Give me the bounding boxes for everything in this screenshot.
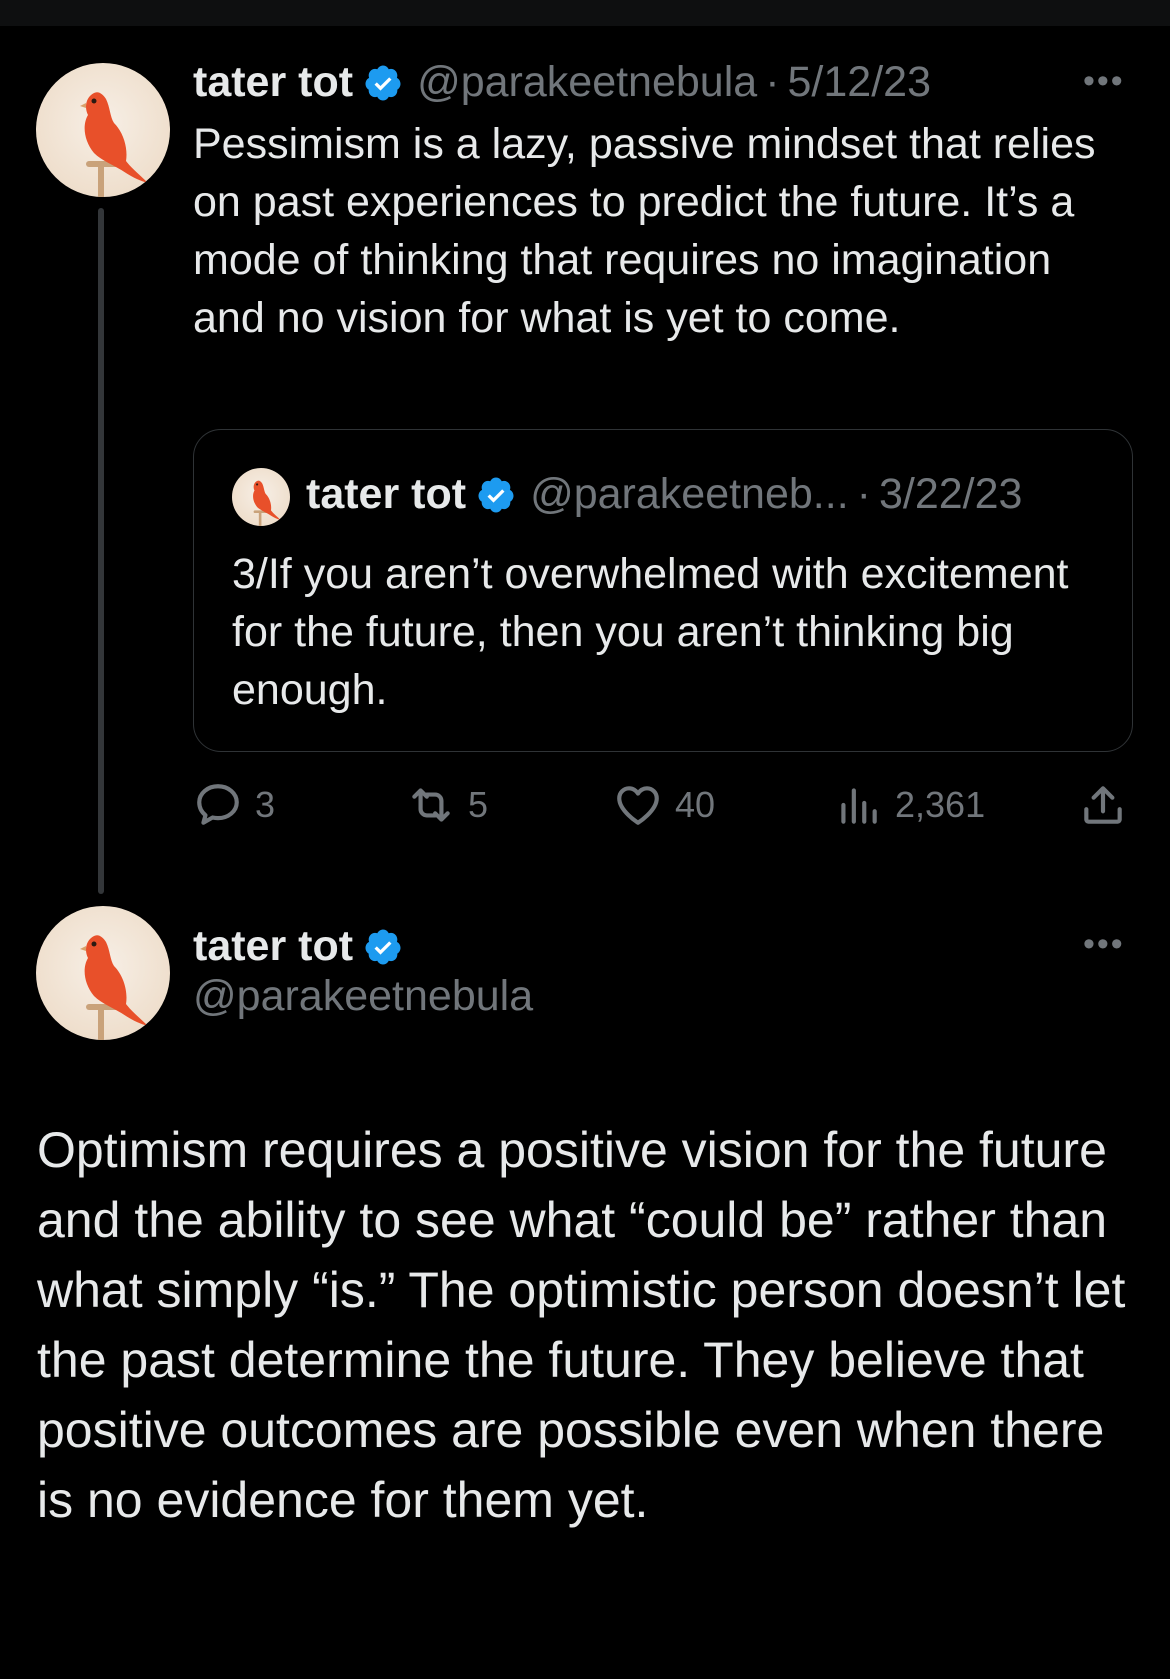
author-name[interactable]: tater tot xyxy=(193,922,353,971)
like-count: 40 xyxy=(675,784,716,825)
separator: · xyxy=(856,470,871,518)
views-button[interactable]: 2,361 xyxy=(833,770,985,840)
heart-icon xyxy=(617,786,659,825)
reply-icon xyxy=(197,784,239,825)
avatar[interactable] xyxy=(36,63,170,197)
like-button[interactable]: 40 xyxy=(613,770,715,840)
author-name[interactable]: tater tot xyxy=(193,58,353,107)
tweet-date[interactable]: 5/12/23 xyxy=(788,58,931,107)
tweet-text: Pessimism is a lazy, passive mindset tha… xyxy=(193,120,1096,342)
share-icon xyxy=(1084,786,1122,824)
tweet-header: tater tot xyxy=(193,922,403,971)
views-icon xyxy=(841,788,877,824)
author-handle[interactable]: @parakeetnebula xyxy=(193,972,533,1021)
canary-avatar-icon xyxy=(80,92,148,197)
retweet-icon xyxy=(412,788,450,822)
separator: · xyxy=(765,58,780,106)
retweet-count: 5 xyxy=(468,784,489,825)
more-options-icon[interactable]: ••• xyxy=(1083,925,1125,964)
canary-avatar-icon xyxy=(253,480,281,526)
share-button[interactable] xyxy=(1078,770,1140,840)
author-handle[interactable]: @parakeetnebula xyxy=(417,58,757,107)
quote-text: 3/If you aren’t overwhelmed with excitem… xyxy=(232,550,1069,714)
retweet-button[interactable]: 5 xyxy=(406,770,488,840)
canary-avatar-icon xyxy=(80,935,148,1040)
tweet-text: Optimism requires a positive vision for … xyxy=(37,1122,1126,1528)
quote-author-handle: @parakeetneb... xyxy=(530,470,849,518)
quote-tweet-card[interactable]: tater tot @parakeetneb... · 3/22/23 3/If… xyxy=(193,429,1133,752)
thread-line xyxy=(98,208,104,894)
verified-badge-icon xyxy=(365,929,401,964)
tweet-actions: 3 5 40 2,361 xyxy=(193,770,1133,840)
verified-badge-icon xyxy=(365,65,401,100)
reply-count: 3 xyxy=(255,784,276,825)
avatar[interactable] xyxy=(36,906,170,1040)
quote-avatar xyxy=(232,468,290,526)
verified-badge-icon xyxy=(478,477,514,512)
views-count: 2,361 xyxy=(895,784,986,825)
status-bar xyxy=(0,0,1170,26)
tweet-header: tater tot @parakeetnebula · 5/12/23 xyxy=(193,58,931,107)
reply-button[interactable]: 3 xyxy=(193,770,275,840)
quote-author-name: tater tot xyxy=(306,470,467,518)
quote-header: tater tot @parakeetneb... · 3/22/23 xyxy=(306,470,1022,519)
more-options-icon[interactable]: ••• xyxy=(1083,62,1125,101)
quote-date: 3/22/23 xyxy=(878,470,1023,518)
